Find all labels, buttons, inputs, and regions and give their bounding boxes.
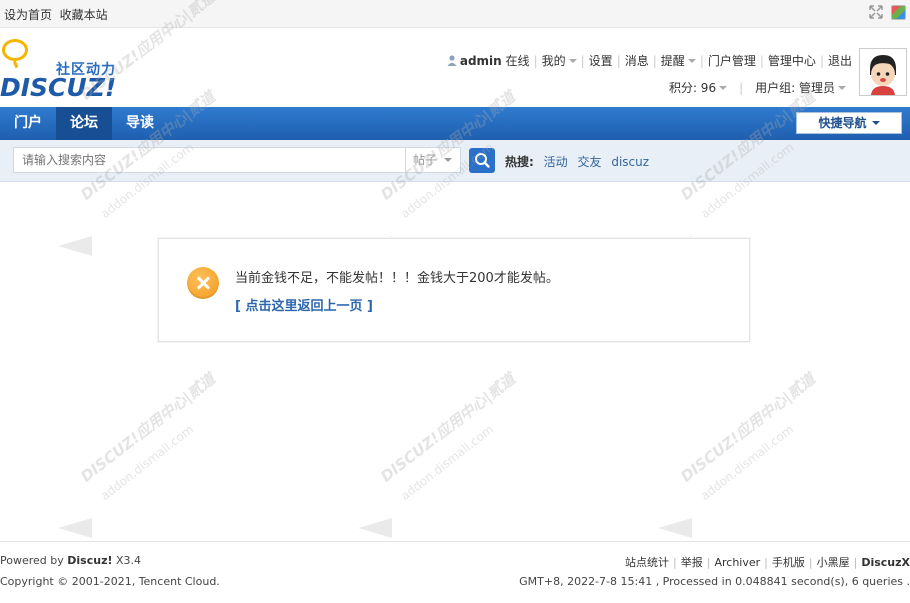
quick-nav-button[interactable]: 快捷导航 (796, 112, 902, 134)
admin-center-link[interactable]: 管理中心 (768, 54, 816, 68)
user-nav: admin 在线 | 我的 | 设置 | 消息 | 提醒 | 门户管理 | 管理中心 | 退出 (447, 52, 852, 69)
search-bar: 帖子 热搜: 活动 交友 discuz (0, 140, 910, 182)
nav-tab-guide[interactable]: 导读 (112, 107, 168, 140)
search-input[interactable] (13, 147, 405, 173)
hot-term[interactable]: 活动 (544, 155, 568, 169)
logout-link[interactable]: 退出 (828, 54, 852, 68)
footer-link-archiver[interactable]: Archiver (714, 556, 760, 569)
chevron-down-icon (719, 86, 728, 90)
my-menu[interactable]: 我的 (542, 54, 577, 68)
messages-link[interactable]: 消息 (625, 54, 649, 68)
bookmark-site-link[interactable]: 收藏本站 (60, 8, 108, 22)
nav-tab-forum[interactable]: 论坛 (56, 107, 112, 140)
hot-search: 热搜: 活动 交友 discuz (505, 153, 649, 170)
debug-info: GMT+8, 2022-7-8 15:41 , Processed in 0.0… (519, 575, 910, 588)
alert-message-text: 当前金钱不足，不能发帖！！！金钱大于200才能发帖。 (235, 271, 559, 286)
main-nav: 门户 论坛 导读 快捷导航 (0, 107, 910, 140)
alert-message-box: 当前金钱不足，不能发帖！！！金钱大于200才能发帖。 [ 点击这里返回上一页 ] (158, 238, 750, 342)
settings-link[interactable]: 设置 (589, 54, 613, 68)
discuz-link[interactable]: Discuz! (67, 554, 112, 567)
chevron-down-icon (687, 59, 696, 63)
footer-link-report[interactable]: 举报 (681, 556, 703, 569)
chevron-down-icon (568, 59, 577, 63)
footer-link-stats[interactable]: 站点统计 (625, 556, 669, 569)
nav-tab-portal[interactable]: 门户 (0, 107, 56, 140)
user-stats: 积分: 96 | 用户组: 管理员 (669, 79, 846, 96)
set-homepage-link[interactable]: 设为首页 (4, 8, 52, 22)
nav-tabs: 门户 论坛 导读 (0, 107, 168, 140)
footer-link-discuzx[interactable]: DiscuzX (861, 556, 910, 569)
site-logo[interactable]: 社区动力 DISCUZ! (0, 37, 130, 102)
logo-brand: DISCUZ! (0, 73, 117, 102)
chevron-down-icon (444, 158, 453, 162)
usergroup-menu[interactable]: 用户组: 管理员 (755, 81, 846, 95)
fullscreen-icon[interactable] (869, 5, 883, 19)
chevron-down-icon (838, 86, 846, 90)
footer-links: 站点统计 | 举报 | Archiver | 手机版 | 小黑屋 | DiscuzX (625, 556, 910, 569)
chevron-down-icon (871, 121, 880, 125)
top-toolbar: 设为首页 收藏本站 (0, 0, 910, 28)
site-footer: Powered by Discuz! X3.4 Copyright © 2001… (0, 541, 910, 603)
toolbar-links: 设为首页 收藏本站 (4, 6, 108, 23)
copyright: Copyright © 2001-2021, Tencent Cloud. (0, 575, 220, 588)
error-icon (187, 267, 219, 299)
avatar[interactable] (859, 48, 907, 96)
search-button[interactable] (469, 148, 495, 173)
logo-bubble-icon (2, 39, 28, 61)
username-link[interactable]: admin (460, 54, 502, 68)
search-icon (475, 153, 490, 168)
hot-term[interactable]: 交友 (577, 155, 601, 169)
footer-link-blackroom[interactable]: 小黑屋 (817, 556, 850, 569)
theme-color-icon[interactable] (891, 5, 906, 20)
toolbar-icons (869, 5, 906, 20)
online-status[interactable]: 在线 (506, 54, 530, 68)
footer-link-mobile[interactable]: 手机版 (772, 556, 805, 569)
hot-term[interactable]: discuz (611, 155, 649, 169)
credits-menu[interactable]: 积分: 96 (669, 81, 728, 95)
search-type-select[interactable]: 帖子 (405, 147, 461, 173)
powered-by: Powered by Discuz! X3.4 (0, 554, 142, 567)
back-link[interactable]: [ 点击这里返回上一页 ] (235, 295, 373, 314)
user-icon (447, 55, 457, 66)
hot-search-label: 热搜: (505, 155, 534, 169)
reminders-menu[interactable]: 提醒 (661, 54, 696, 68)
site-header: 社区动力 DISCUZ! admin 在线 | 我的 | 设置 | 消息 | 提醒 | 门户管理 | 管… (0, 28, 910, 107)
portal-admin-link[interactable]: 门户管理 (708, 54, 756, 68)
